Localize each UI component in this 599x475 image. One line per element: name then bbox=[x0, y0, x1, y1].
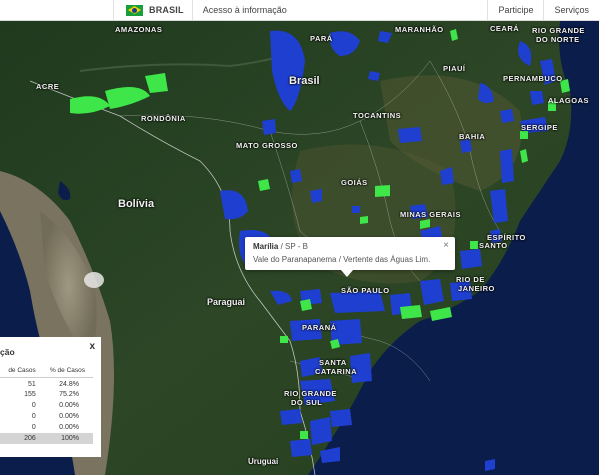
popup-state: / SP - B bbox=[278, 242, 308, 251]
country-label-bolivia: Bolívia bbox=[118, 198, 155, 210]
state-label-alagoas: ALAGOAS bbox=[548, 96, 589, 105]
services-link[interactable]: Serviços bbox=[543, 0, 599, 20]
table-row: 0 0.00% bbox=[0, 400, 93, 411]
state-label-rn-2: DO NORTE bbox=[536, 35, 580, 44]
salt-flat bbox=[84, 272, 104, 288]
legend-pct: 0.00% bbox=[59, 413, 79, 421]
popup-title: Marília / SP - B bbox=[253, 242, 447, 251]
state-label-rn-1: RIO GRANDE bbox=[532, 26, 585, 35]
state-label-ceara: CEARÁ bbox=[490, 24, 520, 33]
legend-total-pct: 100% bbox=[37, 432, 93, 444]
legend-pct: 0.00% bbox=[59, 402, 79, 410]
gov-bar-spacer bbox=[0, 0, 113, 20]
legend-table: de Casos % de Casos 51 24.8% 155 75.2% 0… bbox=[0, 367, 93, 444]
legend-count: 51 bbox=[27, 380, 36, 388]
brazil-flag-icon bbox=[126, 4, 143, 16]
participate-link[interactable]: Participe bbox=[487, 0, 543, 20]
state-label-acre: ACRE bbox=[36, 82, 60, 91]
table-row: 155 75.2% bbox=[0, 389, 93, 400]
legend-count: 0 bbox=[31, 402, 36, 410]
popup-city: Marília bbox=[253, 242, 279, 251]
state-label-rj-2: JANEIRO bbox=[458, 284, 495, 293]
state-label-para: PARÁ bbox=[310, 34, 333, 43]
table-row: 0 0.00% bbox=[0, 411, 93, 422]
state-label-sc-1: SANTA bbox=[319, 358, 347, 367]
state-label-rj-1: RIO DE bbox=[456, 275, 485, 284]
state-label-bahia: BAHIA bbox=[459, 132, 486, 141]
state-label-parana: PARANÁ bbox=[302, 323, 337, 332]
legend-pct: 75.2% bbox=[59, 391, 79, 399]
legend-col-count: de Casos bbox=[0, 367, 38, 378]
legend-pct: 24.8% bbox=[59, 380, 79, 388]
info-popup: Marília / SP - B Vale do Paranapanema / … bbox=[245, 237, 455, 277]
state-label-piaui: PIAUÍ bbox=[443, 64, 466, 73]
country-link[interactable]: BRASIL bbox=[113, 0, 192, 20]
legend-close-button[interactable]: x bbox=[89, 341, 95, 352]
legend-panel: ção x de Casos % de Casos 51 24.8% 155 7… bbox=[0, 337, 101, 457]
access-info-link[interactable]: Acesso à informação bbox=[191, 0, 297, 20]
close-icon[interactable]: × bbox=[443, 240, 449, 251]
state-label-pernambuco: PERNAMBUCO bbox=[503, 74, 563, 83]
state-label-sergipe: SERGIPE bbox=[521, 123, 558, 132]
state-label-es-2: SANTO bbox=[479, 241, 508, 250]
state-label-rs-2: DO SUL bbox=[291, 398, 323, 407]
popup-region: Vale do Paranapanema / Vertente das Água… bbox=[253, 255, 431, 264]
state-label-sao-paulo: SÃO PAULO bbox=[341, 286, 390, 295]
country-label: BRASIL bbox=[149, 5, 184, 15]
legend-count: 155 bbox=[24, 391, 36, 399]
legend-total-row: 206 100% bbox=[0, 432, 93, 444]
legend-col-pct: % de Casos bbox=[37, 367, 93, 378]
state-label-tocantins: TOCANTINS bbox=[353, 111, 402, 120]
legend-total-count: 206 bbox=[0, 432, 38, 444]
legend-pct: 0.00% bbox=[59, 424, 79, 432]
legend-title: ção bbox=[0, 347, 15, 357]
state-label-goias: GOIÁS bbox=[341, 178, 368, 187]
state-label-maranhao: MARANHÃO bbox=[395, 25, 444, 34]
state-label-amazonas: AMAZONAS bbox=[115, 25, 163, 34]
state-label-minas-gerais: MINAS GERAIS bbox=[400, 210, 462, 219]
legend-count: 0 bbox=[31, 413, 36, 421]
state-label-mato-grosso: MATO GROSSO bbox=[236, 141, 298, 150]
country-label-brasil: Brasil bbox=[289, 75, 320, 87]
gov-top-bar: BRASIL Acesso à informação Participe Ser… bbox=[0, 0, 599, 21]
table-row: 0 0.00% bbox=[0, 422, 93, 433]
state-label-sc-2: CATARINA bbox=[315, 367, 358, 376]
state-label-rondonia: RONDÔNIA bbox=[141, 114, 186, 123]
state-label-rs-1: RIO GRANDE bbox=[284, 389, 337, 398]
country-label-paraguai: Paraguai bbox=[207, 297, 246, 307]
table-row: 51 24.8% bbox=[0, 378, 93, 389]
country-label-uruguai: Uruguai bbox=[248, 457, 279, 466]
legend-count: 0 bbox=[31, 424, 36, 432]
